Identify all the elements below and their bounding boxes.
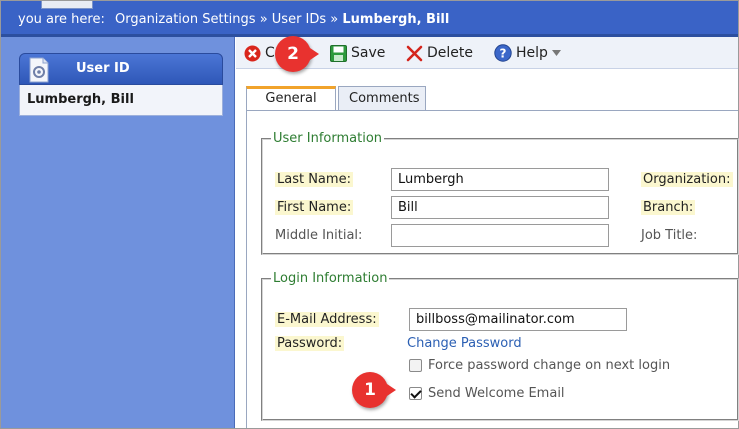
password-label: Password: bbox=[275, 336, 345, 351]
last-name-label: Last Name: bbox=[275, 172, 353, 187]
general-tab-panel: User Information Last Name: First Name: … bbox=[246, 110, 739, 428]
close-button-label: C bbox=[265, 45, 275, 61]
delete-x-icon bbox=[406, 45, 423, 61]
send-welcome-email-checkbox-row[interactable]: Send Welcome Email bbox=[409, 386, 565, 401]
breadcrumb-bar: you are here: Organization Settings » Us… bbox=[1, 1, 738, 37]
branch-label: Branch: bbox=[641, 200, 696, 215]
save-button-label: Save bbox=[351, 45, 386, 61]
svg-text:?: ? bbox=[500, 47, 507, 61]
delete-button-label: Delete bbox=[427, 45, 473, 61]
breadcrumb-path[interactable]: Organization Settings » User IDs » bbox=[115, 12, 338, 27]
first-name-label: First Name: bbox=[275, 200, 354, 215]
user-information-legend: User Information bbox=[273, 131, 383, 146]
floppy-disk-icon bbox=[330, 44, 347, 62]
last-name-field[interactable] bbox=[391, 168, 609, 191]
sidebar: User ID Lumbergh, Bill bbox=[1, 37, 235, 428]
close-icon bbox=[244, 45, 261, 61]
organization-label: Organization: bbox=[641, 172, 733, 187]
middle-initial-label: Middle Initial: bbox=[275, 228, 363, 243]
help-question-icon: ? bbox=[494, 44, 512, 62]
sidebar-header-title: User ID bbox=[76, 61, 130, 76]
sidebar-header: User ID bbox=[19, 53, 223, 85]
breadcrumb-current: Lumbergh, Bill bbox=[342, 12, 450, 27]
tab-comments[interactable]: Comments bbox=[338, 86, 426, 110]
breadcrumb: you are here: Organization Settings » Us… bbox=[18, 12, 449, 27]
breadcrumb-prefix: you are here: bbox=[18, 12, 105, 27]
login-information-legend: Login Information bbox=[273, 271, 388, 286]
user-id-document-icon bbox=[29, 57, 49, 83]
tab-general[interactable]: General bbox=[246, 86, 336, 111]
first-name-field[interactable] bbox=[391, 196, 609, 219]
user-information-section: User Information Last Name: First Name: … bbox=[261, 131, 739, 255]
change-password-link[interactable]: Change Password bbox=[407, 336, 522, 351]
force-password-change-label: Force password change on next login bbox=[428, 358, 671, 373]
delete-button[interactable]: Delete bbox=[406, 44, 473, 62]
save-button[interactable]: Save bbox=[330, 44, 385, 62]
job-title-label: Job Title: bbox=[641, 228, 698, 243]
main-content: General Comments User Information Last N… bbox=[236, 70, 739, 428]
help-button-label: Help bbox=[516, 45, 548, 61]
close-button[interactable]: C bbox=[244, 44, 275, 62]
middle-initial-field[interactable] bbox=[391, 224, 609, 247]
callout-badge-2: 2 bbox=[275, 36, 311, 72]
callout-arrow-1 bbox=[384, 382, 396, 398]
sidebar-item-selected-user[interactable]: Lumbergh, Bill bbox=[19, 85, 223, 116]
force-password-change-checkbox-row[interactable]: Force password change on next login bbox=[409, 358, 670, 373]
send-welcome-email-label: Send Welcome Email bbox=[428, 386, 565, 401]
login-information-section: Login Information E-Mail Address: Passwo… bbox=[261, 271, 739, 421]
email-field[interactable] bbox=[409, 308, 627, 331]
help-menu-button[interactable]: ? Help bbox=[494, 44, 561, 62]
force-password-change-checkbox[interactable] bbox=[409, 359, 422, 372]
email-address-label: E-Mail Address: bbox=[275, 312, 379, 327]
chevron-down-icon bbox=[551, 50, 561, 56]
window-tab bbox=[41, 1, 93, 9]
send-welcome-email-checkbox[interactable] bbox=[409, 387, 422, 400]
callout-badge-1: 1 bbox=[352, 372, 388, 408]
callout-arrow-2 bbox=[307, 46, 319, 62]
